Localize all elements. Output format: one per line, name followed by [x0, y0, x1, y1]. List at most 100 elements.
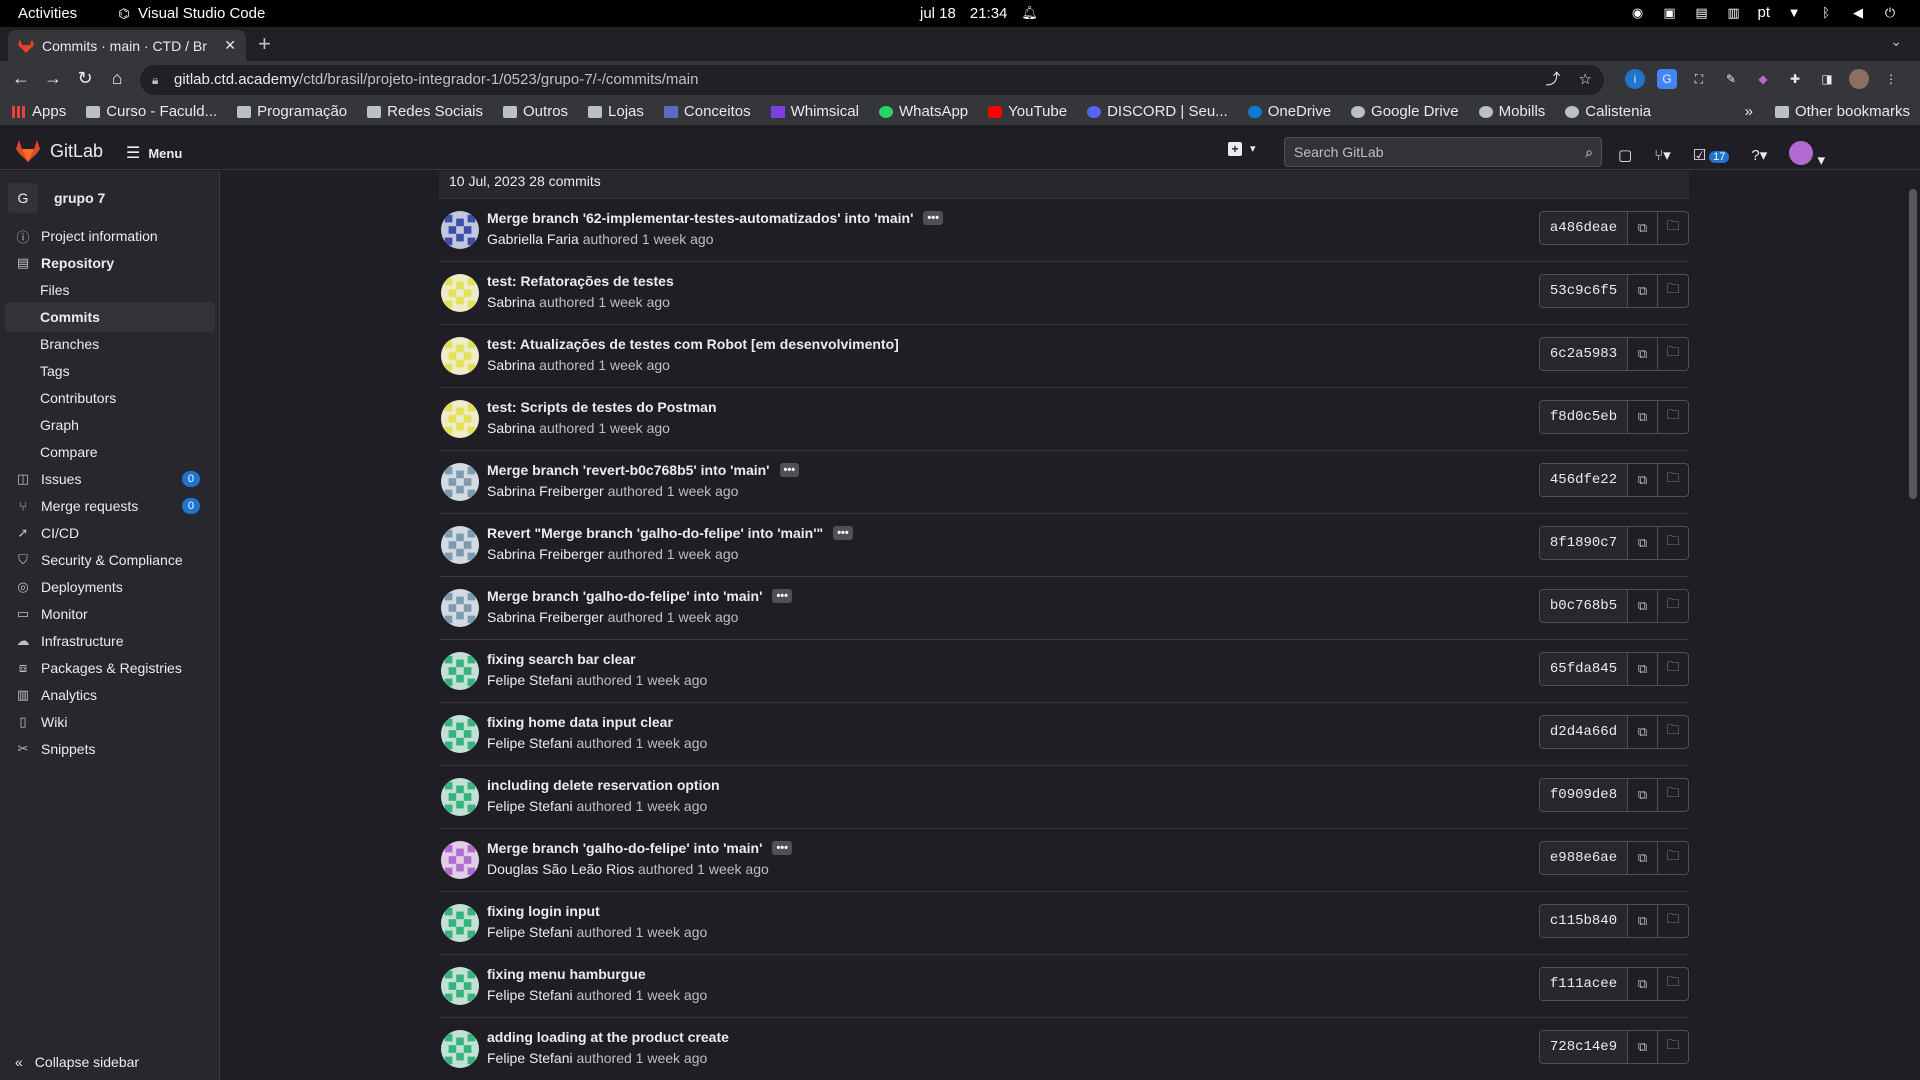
author-avatar[interactable] [441, 337, 479, 375]
commit-sha-button[interactable]: 6c2a5983 [1540, 338, 1628, 370]
sidebar-item-graph[interactable]: Graph [5, 410, 215, 440]
back-icon[interactable]: ← [10, 68, 32, 89]
commit-title-link[interactable]: fixing home data input clear [487, 714, 673, 730]
commit-title-link[interactable]: Merge branch 'galho-do-felipe' into 'mai… [487, 588, 762, 604]
todos-header-button[interactable]: ☑ 17 [1693, 146, 1730, 164]
commit-author-link[interactable]: Felipe Stefani [487, 798, 573, 814]
browse-files-button[interactable]: 🗀︎ [1658, 338, 1688, 370]
expand-description-button[interactable]: ••• [772, 841, 793, 855]
clock[interactable]: jul 18 21:34 🔔︎ [920, 5, 1038, 22]
active-app[interactable]: ⌬ Visual Studio Code [116, 5, 265, 22]
bookmark-item[interactable]: Programação [237, 103, 347, 120]
color-picker-icon[interactable]: ◆ [1753, 69, 1773, 89]
project-header[interactable]: G grupo 7 [8, 183, 105, 213]
share-icon[interactable]: ⤴ [1546, 65, 1561, 95]
browse-files-button[interactable]: 🗀︎ [1658, 968, 1688, 1000]
commit-author-link[interactable]: Felipe Stefani [487, 924, 573, 940]
commit-title-link[interactable]: Revert "Merge branch 'galho-do-felipe' i… [487, 525, 823, 541]
author-avatar[interactable] [441, 211, 479, 249]
sidebar-item-ci-cd[interactable]: ➚ CI/CD [5, 518, 215, 548]
tab-search-chevron-icon[interactable]: ⌄ [1890, 33, 1902, 50]
author-avatar[interactable] [441, 526, 479, 564]
commit-title-link[interactable]: test: Atualizações de testes com Robot [… [487, 336, 899, 352]
author-avatar[interactable] [441, 274, 479, 312]
browse-files-button[interactable]: 🗀︎ [1658, 716, 1688, 748]
commit-author-link[interactable]: Sabrina [487, 420, 535, 436]
bookmark-item[interactable]: YouTube [988, 103, 1067, 120]
sidebar-item-repository[interactable]: ▤ Repository [5, 248, 215, 278]
copy-sha-button[interactable]: ⧉ [1628, 905, 1658, 937]
commit-sha-button[interactable]: 728c14e9 [1540, 1031, 1628, 1063]
translate-icon[interactable]: G [1657, 69, 1677, 89]
bookmark-item[interactable]: Whimsical [770, 103, 859, 120]
new-tab-button[interactable]: + [258, 31, 271, 57]
author-avatar[interactable] [441, 463, 479, 501]
sidebar-item-analytics[interactable]: ▥ Analytics [5, 680, 215, 710]
sidebar-item-infrastructure[interactable]: ☁ Infrastructure [5, 626, 215, 656]
commit-title-link[interactable]: Merge branch 'galho-do-felipe' into 'mai… [487, 840, 762, 856]
bookmark-star-icon[interactable]: ☆ [1579, 65, 1592, 95]
browse-files-button[interactable]: 🗀︎ [1658, 527, 1688, 559]
merge-requests-header-icon[interactable]: ⑂▾ [1654, 146, 1671, 164]
commit-title-link[interactable]: fixing login input [487, 903, 600, 919]
bookmark-item[interactable]: Mobills [1478, 103, 1545, 120]
sidebar-item-merge-requests[interactable]: ⑂ Merge requests 0 [5, 491, 215, 521]
sidebar-item-monitor[interactable]: ▭ Monitor [5, 599, 215, 629]
system-tray[interactable]: ◉ ▣ ▤ ▥ pt ▼ ᛒ ◀ ⏻ [1629, 4, 1898, 21]
commit-sha-button[interactable]: e988e6ae [1540, 842, 1628, 874]
copy-sha-button[interactable]: ⧉ [1628, 779, 1658, 811]
commit-sha-button[interactable]: 8f1890c7 [1540, 527, 1628, 559]
commit-title-link[interactable]: adding loading at the product create [487, 1029, 729, 1045]
bookmark-item[interactable]: DISCORD | Seu... [1087, 103, 1228, 120]
commit-sha-button[interactable]: f0909de8 [1540, 779, 1628, 811]
browse-files-button[interactable]: 🗀︎ [1658, 653, 1688, 685]
close-tab-icon[interactable]: ✕ [224, 37, 236, 54]
activities-button[interactable]: Activities [18, 5, 77, 22]
bookmark-item[interactable]: Redes Sociais [367, 103, 483, 120]
author-avatar[interactable] [441, 904, 479, 942]
commit-author-link[interactable]: Felipe Stefani [487, 735, 573, 751]
commit-title-link[interactable]: including delete reservation option [487, 777, 720, 793]
extensions-puzzle-icon[interactable]: ✚ [1785, 69, 1805, 89]
copy-sha-button[interactable]: ⧉ [1628, 590, 1658, 622]
commit-author-link[interactable]: Felipe Stefani [487, 987, 573, 1003]
bookmark-item[interactable]: Outros [503, 103, 568, 120]
user-menu[interactable]: ▾ [1789, 141, 1825, 169]
author-avatar[interactable] [441, 589, 479, 627]
commit-title-link[interactable]: test: Scripts de testes do Postman [487, 399, 717, 415]
sidebar-item-project-information[interactable]: ⓘ Project information [5, 221, 215, 251]
author-avatar[interactable] [441, 841, 479, 879]
bookmark-item[interactable]: Lojas [588, 103, 644, 120]
expand-description-button[interactable]: ••• [923, 211, 943, 225]
commit-author-link[interactable]: Sabrina Freiberger [487, 546, 604, 562]
browse-files-button[interactable]: 🗀︎ [1658, 779, 1688, 811]
copy-sha-button[interactable]: ⧉ [1628, 653, 1658, 685]
sidebar-item-branches[interactable]: Branches [5, 329, 215, 359]
commit-sha-button[interactable]: c115b840 [1540, 905, 1628, 937]
commit-title-link[interactable]: Merge branch '62-implementar-testes-auto… [487, 210, 913, 226]
home-icon[interactable]: ⌂ [106, 68, 128, 89]
sidebar-item-files[interactable]: Files [5, 275, 215, 305]
sidebar-item-packages-registries[interactable]: ⧈ Packages & Registries [5, 653, 215, 683]
help-icon[interactable]: ?▾ [1751, 146, 1767, 164]
commit-author-link[interactable]: Douglas São Leão Rios [487, 861, 634, 877]
copy-sha-button[interactable]: ⧉ [1628, 464, 1658, 496]
commit-sha-button[interactable]: 65fda845 [1540, 653, 1628, 685]
gitlab-logo[interactable]: GitLab [16, 140, 103, 162]
copy-sha-button[interactable]: ⧉ [1628, 275, 1658, 307]
commit-author-link[interactable]: Sabrina [487, 294, 535, 310]
commit-sha-button[interactable]: a486deae [1540, 212, 1628, 244]
sidebar-item-commits[interactable]: Commits [5, 302, 215, 332]
bookmark-item[interactable]: OneDrive [1247, 103, 1331, 120]
keyboard-language[interactable]: pt [1757, 4, 1770, 21]
bookmark-item[interactable]: WhatsApp [878, 103, 968, 120]
copy-sha-button[interactable]: ⧉ [1628, 968, 1658, 1000]
sidebar-item-compare[interactable]: Compare [5, 437, 215, 467]
address-bar[interactable]: 🔒︎ gitlab.ctd.academy/ctd/brasil/projeto… [140, 65, 1604, 95]
author-avatar[interactable] [441, 778, 479, 816]
collapse-sidebar-button[interactable]: « Collapse sidebar [15, 1054, 139, 1070]
commit-sha-button[interactable]: d2d4a66d [1540, 716, 1628, 748]
reload-icon[interactable]: ↻ [74, 68, 96, 89]
browse-files-button[interactable]: 🗀︎ [1658, 275, 1688, 307]
copy-sha-button[interactable]: ⧉ [1628, 338, 1658, 370]
